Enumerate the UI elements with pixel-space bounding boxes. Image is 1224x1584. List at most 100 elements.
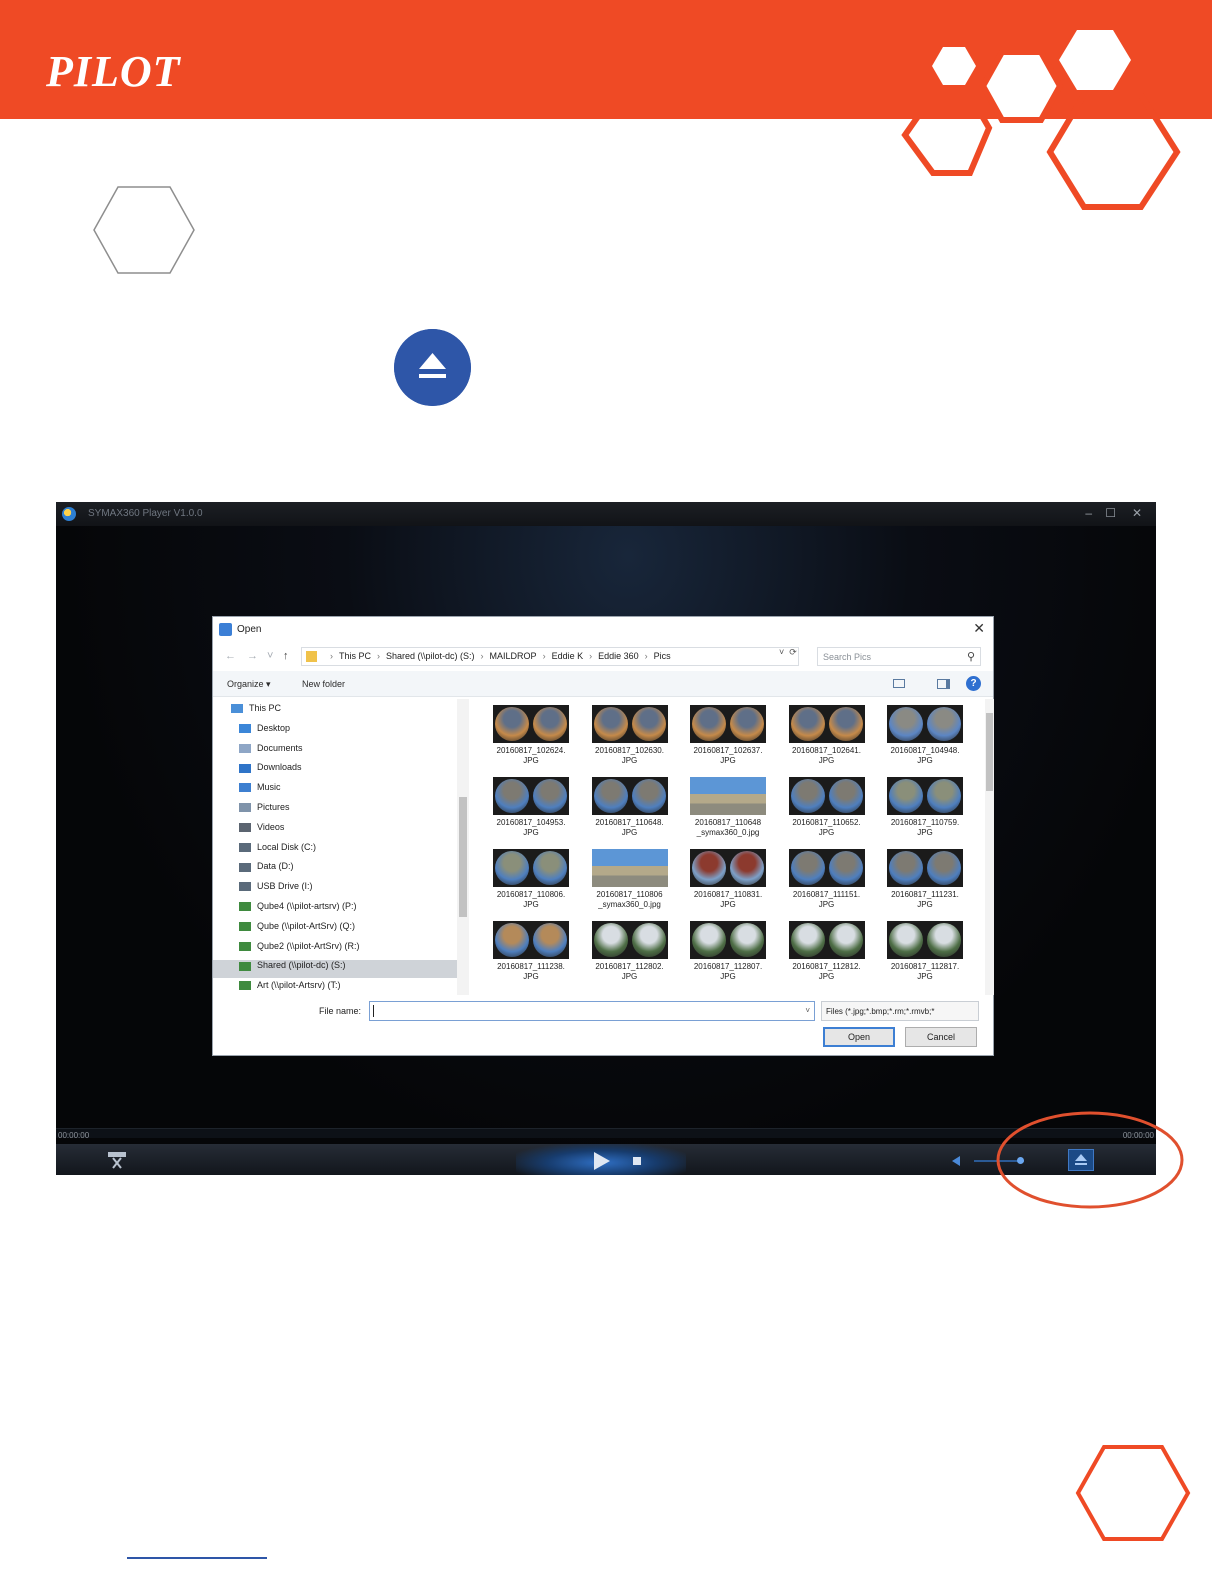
forward-arrow-icon[interactable]: → xyxy=(247,650,258,662)
music-icon xyxy=(239,783,251,793)
file-item[interactable]: 20160817_102641. JPG xyxy=(781,701,873,771)
new-folder-button[interactable]: New folder xyxy=(302,679,345,689)
breadcrumb-item[interactable]: Shared (\\pilot-dc) (S:) xyxy=(386,651,475,661)
nav-item[interactable]: Music xyxy=(239,782,281,800)
file-item[interactable]: 20160817_104953. JPG xyxy=(485,773,577,843)
network-drive-icon xyxy=(239,941,251,951)
file-item[interactable]: 20160817_110652. JPG xyxy=(781,773,873,843)
cancel-button[interactable]: Cancel xyxy=(905,1027,977,1047)
file-item[interactable]: 20160817_112802. JPG xyxy=(584,917,676,987)
nav-item-label: Qube2 (\\pilot-ArtSrv) (R:) xyxy=(257,940,360,951)
close-icon[interactable]: ✕ xyxy=(1132,506,1142,520)
file-item[interactable]: 20160817_110759. JPG xyxy=(879,773,971,843)
nav-item-label: Desktop xyxy=(257,722,291,733)
breadcrumb-item[interactable]: Eddie K xyxy=(552,651,584,661)
file-item[interactable]: 20160817_104948. JPG xyxy=(879,701,971,771)
file-item[interactable]: 20160817_102624. JPG xyxy=(485,701,577,771)
file-item[interactable]: 20160817_110806 _symax360_0.jpg xyxy=(584,845,676,915)
navigation-scrollbar[interactable] xyxy=(457,699,469,995)
file-name: 20160817_102630. JPG xyxy=(595,746,664,765)
file-thumbnail xyxy=(591,777,668,815)
refresh-icon[interactable]: ˅ ⟳ xyxy=(779,647,797,658)
breadcrumb-separator-icon: › xyxy=(542,651,546,661)
desktop-icon xyxy=(239,723,251,733)
breadcrumb-item[interactable]: This PC xyxy=(339,651,371,661)
file-thumbnail xyxy=(887,849,963,887)
organize-button[interactable]: Organize ▾ xyxy=(227,679,271,690)
address-bar[interactable]: › This PC › Shared (\\pilot-dc) (S:) › MAILDR… xyxy=(301,647,799,666)
preview-pane-icon[interactable] xyxy=(937,679,950,689)
file-item[interactable]: 20160817_112817. JPG xyxy=(879,917,971,987)
file-type-filter[interactable]: Files (*.jpg;*.bmp;*.rm;*.rmvb;* xyxy=(821,1001,979,1021)
file-thumbnail xyxy=(887,777,963,815)
file-item[interactable]: 20160817_110648 _symax360_0.jpg xyxy=(682,773,774,843)
search-input[interactable]: Search Pics ⚲ xyxy=(817,647,981,666)
open-button[interactable]: Open xyxy=(823,1027,895,1047)
file-item[interactable]: 20160817_110831. JPG xyxy=(682,845,774,915)
volume-icon[interactable] xyxy=(952,1156,960,1166)
file-item[interactable]: 20160817_112807. JPG xyxy=(682,917,774,987)
nav-item[interactable]: Qube (\\pilot-ArtSrv) (Q:) xyxy=(239,921,355,939)
nav-item[interactable]: This PC xyxy=(231,703,281,721)
nav-item[interactable]: Qube2 (\\pilot-ArtSrv) (R:) xyxy=(239,941,360,959)
file-thumbnail xyxy=(493,777,569,815)
file-item[interactable]: 20160817_111238. JPG xyxy=(485,917,577,987)
nav-item[interactable]: Shared (\\pilot-dc) (S:) xyxy=(213,960,457,979)
nav-item[interactable]: Art (\\pilot-Artsrv) (T:) xyxy=(239,980,341,995)
change-view-icon[interactable] xyxy=(893,679,905,688)
scissors-icon[interactable] xyxy=(106,1150,128,1170)
file-item[interactable]: 20160817_102637. JPG xyxy=(682,701,774,771)
address-row: ← → ˅ ↑ › This PC › Shared (\\pilot-dc) (S:… xyxy=(213,645,993,669)
nav-item[interactable]: USB Drive (I:) xyxy=(239,881,313,899)
drive-icon xyxy=(239,862,251,872)
network-drive-icon xyxy=(239,902,251,912)
nav-item[interactable]: Desktop xyxy=(239,723,290,741)
navigation-scroll-thumb[interactable] xyxy=(459,797,467,917)
nav-item[interactable]: Downloads xyxy=(239,762,302,780)
folder-icon xyxy=(306,651,317,662)
file-name: 20160817_110831. JPG xyxy=(693,890,763,909)
back-arrow-icon[interactable]: ← xyxy=(225,650,236,662)
recent-dropdown-icon[interactable]: ˅ xyxy=(267,650,273,662)
breadcrumb-separator-icon: › xyxy=(644,651,648,661)
file-name-input[interactable]: ˅ xyxy=(369,1001,815,1021)
files-scrollbar[interactable] xyxy=(985,699,994,995)
file-thumbnail xyxy=(591,849,668,887)
file-thumbnail xyxy=(887,921,963,959)
nav-item[interactable]: Documents xyxy=(239,743,303,761)
up-arrow-icon[interactable]: ↑ xyxy=(283,650,289,662)
breadcrumb-item[interactable]: Pics xyxy=(654,651,671,661)
nav-item[interactable]: Videos xyxy=(239,822,284,840)
chevron-down-icon[interactable]: ˅ xyxy=(805,1006,810,1015)
step-hexagon-icon xyxy=(93,186,195,274)
file-name: 20160817_110759. JPG xyxy=(890,818,960,837)
nav-item-label: Music xyxy=(257,782,281,793)
breadcrumb-item[interactable]: MAILDROP xyxy=(490,651,537,661)
dialog-titlebar: Open ✕ xyxy=(213,617,993,643)
nav-item[interactable]: Local Disk (C:) xyxy=(239,842,316,860)
documents-icon xyxy=(239,743,251,753)
file-item[interactable]: 20160817_102630. JPG xyxy=(584,701,676,771)
file-item[interactable]: 20160817_112812. JPG xyxy=(781,917,873,987)
help-icon[interactable]: ? xyxy=(966,676,981,691)
file-item[interactable]: 20160817_111231. JPG xyxy=(879,845,971,915)
file-item[interactable]: 20160817_111151. JPG xyxy=(781,845,873,915)
stop-icon[interactable] xyxy=(633,1157,641,1165)
nav-item[interactable]: Pictures xyxy=(239,802,290,820)
maximize-icon[interactable]: ☐ xyxy=(1105,506,1116,520)
nav-item[interactable]: Qube4 (\\pilot-artsrv) (P:) xyxy=(239,901,357,919)
minimize-icon[interactable]: – xyxy=(1085,506,1092,520)
file-item[interactable]: 20160817_110648. JPG xyxy=(584,773,676,843)
open-file-dialog: Open ✕ ← → ˅ ↑ › This PC › Shared (\\pilot-… xyxy=(212,616,994,1056)
seek-bar[interactable] xyxy=(56,1128,1156,1138)
breadcrumb-item[interactable]: Eddie 360 xyxy=(598,651,639,661)
file-item[interactable]: 20160817_110806. JPG xyxy=(485,845,577,915)
player-window: SYMAX360 Player V1.0.0 – ☐ ✕ Open ✕ ← → … xyxy=(56,502,1156,1175)
file-thumbnail xyxy=(493,705,569,743)
file-thumbnail xyxy=(591,921,668,959)
nav-item[interactable]: Data (D:) xyxy=(239,861,294,879)
file-name: 20160817_102641. JPG xyxy=(792,746,861,765)
play-icon[interactable] xyxy=(594,1152,610,1170)
files-scroll-thumb[interactable] xyxy=(986,713,993,791)
dialog-close-icon[interactable]: ✕ xyxy=(973,620,985,637)
